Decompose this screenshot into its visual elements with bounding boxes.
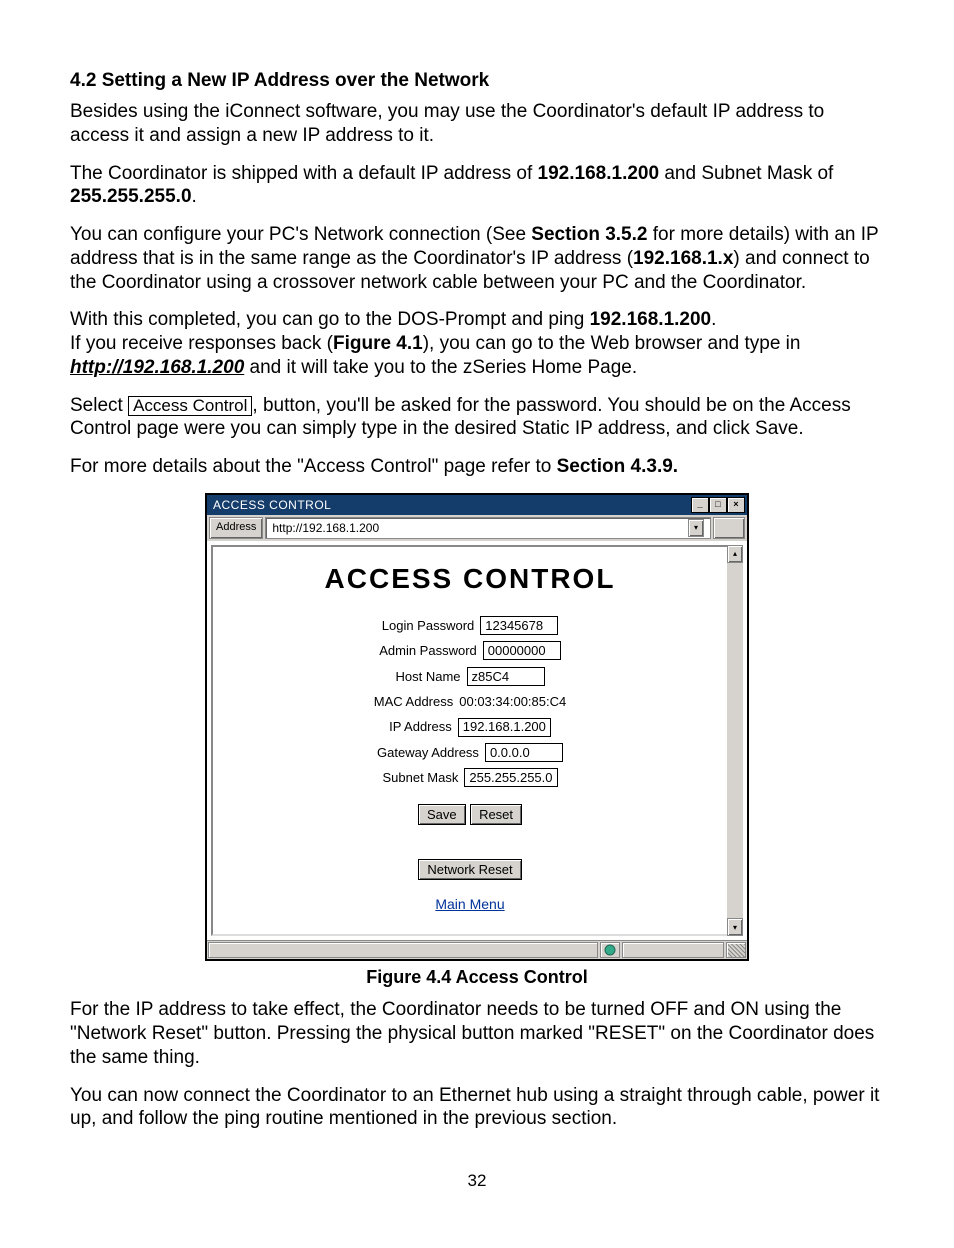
network-reset-button[interactable]: Network Reset: [418, 859, 521, 880]
section-ref: Section 4.3.9.: [557, 456, 678, 477]
minimize-icon[interactable]: _: [691, 497, 709, 513]
resize-grip-icon[interactable]: [726, 942, 746, 958]
reset-button[interactable]: Reset: [470, 804, 522, 825]
url-text: http://192.168.1.200: [70, 357, 244, 378]
figure-caption: Figure 4.4 Access Control: [70, 967, 884, 988]
paragraph: With this completed, you can go to the D…: [70, 308, 884, 379]
paragraph: For more details about the "Access Contr…: [70, 455, 884, 479]
section-ref: Section 3.5.2: [531, 224, 647, 245]
address-label: Address: [209, 517, 263, 539]
text: For more details about the "Access Contr…: [70, 456, 557, 477]
ip-address-text: 192.168.1.200: [590, 309, 712, 330]
paragraph: The Coordinator is shipped with a defaul…: [70, 162, 884, 210]
ip-address-text: 192.168.1.200: [538, 163, 660, 184]
paragraph: You can configure your PC's Network conn…: [70, 223, 884, 294]
text: With this completed, you can go to the D…: [70, 309, 590, 330]
section-heading: 4.2 Setting a New IP Address over the Ne…: [70, 70, 884, 92]
mac-address-label: MAC Address: [374, 690, 453, 713]
page-number: 32: [70, 1171, 884, 1191]
text: .: [711, 309, 716, 330]
page-content: ACCESS CONTROL Login Password 12345678 Ad…: [211, 545, 727, 937]
text: .: [192, 186, 197, 207]
vertical-scrollbar[interactable]: ▴ ▾: [727, 545, 743, 937]
subnet-mask-input[interactable]: 255.255.255.0: [464, 768, 557, 787]
main-menu-link[interactable]: Main Menu: [435, 896, 504, 912]
maximize-icon[interactable]: □: [709, 497, 727, 513]
go-button[interactable]: [713, 517, 745, 539]
gateway-address-label: Gateway Address: [377, 741, 479, 764]
ip-address-label: IP Address: [389, 715, 452, 738]
address-input[interactable]: http://192.168.1.200 ▾: [265, 517, 711, 539]
subnet-mask-label: Subnet Mask: [382, 766, 458, 789]
login-password-input[interactable]: 12345678: [480, 616, 558, 635]
text: The Coordinator is shipped with a defaul…: [70, 163, 538, 184]
admin-password-label: Admin Password: [379, 639, 477, 662]
figure-ref: Figure 4.1: [333, 333, 423, 354]
ip-address-input[interactable]: 192.168.1.200: [458, 718, 551, 737]
dropdown-icon[interactable]: ▾: [688, 519, 704, 537]
ip-range-text: 192.168.1.x: [633, 248, 733, 269]
host-name-label: Host Name: [395, 665, 460, 688]
login-password-label: Login Password: [382, 614, 475, 637]
paragraph: For the IP address to take effect, the C…: [70, 998, 884, 1069]
text: If you receive responses back (: [70, 333, 333, 354]
address-bar: Address http://192.168.1.200 ▾: [207, 515, 747, 541]
scroll-up-icon[interactable]: ▴: [727, 545, 743, 563]
scroll-down-icon[interactable]: ▾: [727, 918, 743, 936]
host-name-input[interactable]: z85C4: [467, 667, 545, 686]
status-bar: [207, 940, 747, 959]
window-title: ACCESS CONTROL: [213, 498, 331, 512]
paragraph: Besides using the iConnect software, you…: [70, 100, 884, 148]
gateway-address-input[interactable]: 0.0.0.0: [485, 743, 563, 762]
text: ), you can go to the Web browser and typ…: [423, 333, 801, 354]
paragraph: Select Access Control, button, you'll be…: [70, 394, 884, 442]
text: You can configure your PC's Network conn…: [70, 224, 531, 245]
address-value: http://192.168.1.200: [272, 521, 379, 535]
paragraph: You can now connect the Coordinator to a…: [70, 1084, 884, 1132]
text: and Subnet Mask of: [659, 163, 833, 184]
window-titlebar: ACCESS CONTROL _ □ ×: [207, 495, 747, 515]
window-controls: _ □ ×: [691, 497, 745, 513]
mac-address-value: 00:03:34:00:85:C4: [459, 690, 566, 713]
browser-window: ACCESS CONTROL _ □ × Address http://192.…: [205, 493, 749, 962]
access-control-button-ref: Access Control: [128, 396, 252, 417]
internet-zone-icon: [600, 942, 620, 958]
text: and it will take you to the zSeries Home…: [244, 357, 637, 378]
subnet-mask-text: 255.255.255.0: [70, 186, 192, 207]
close-icon[interactable]: ×: [727, 497, 745, 513]
page-heading: ACCESS CONTROL: [213, 563, 727, 595]
text: Select: [70, 395, 128, 416]
save-button[interactable]: Save: [418, 804, 466, 825]
admin-password-input[interactable]: 00000000: [483, 641, 561, 660]
